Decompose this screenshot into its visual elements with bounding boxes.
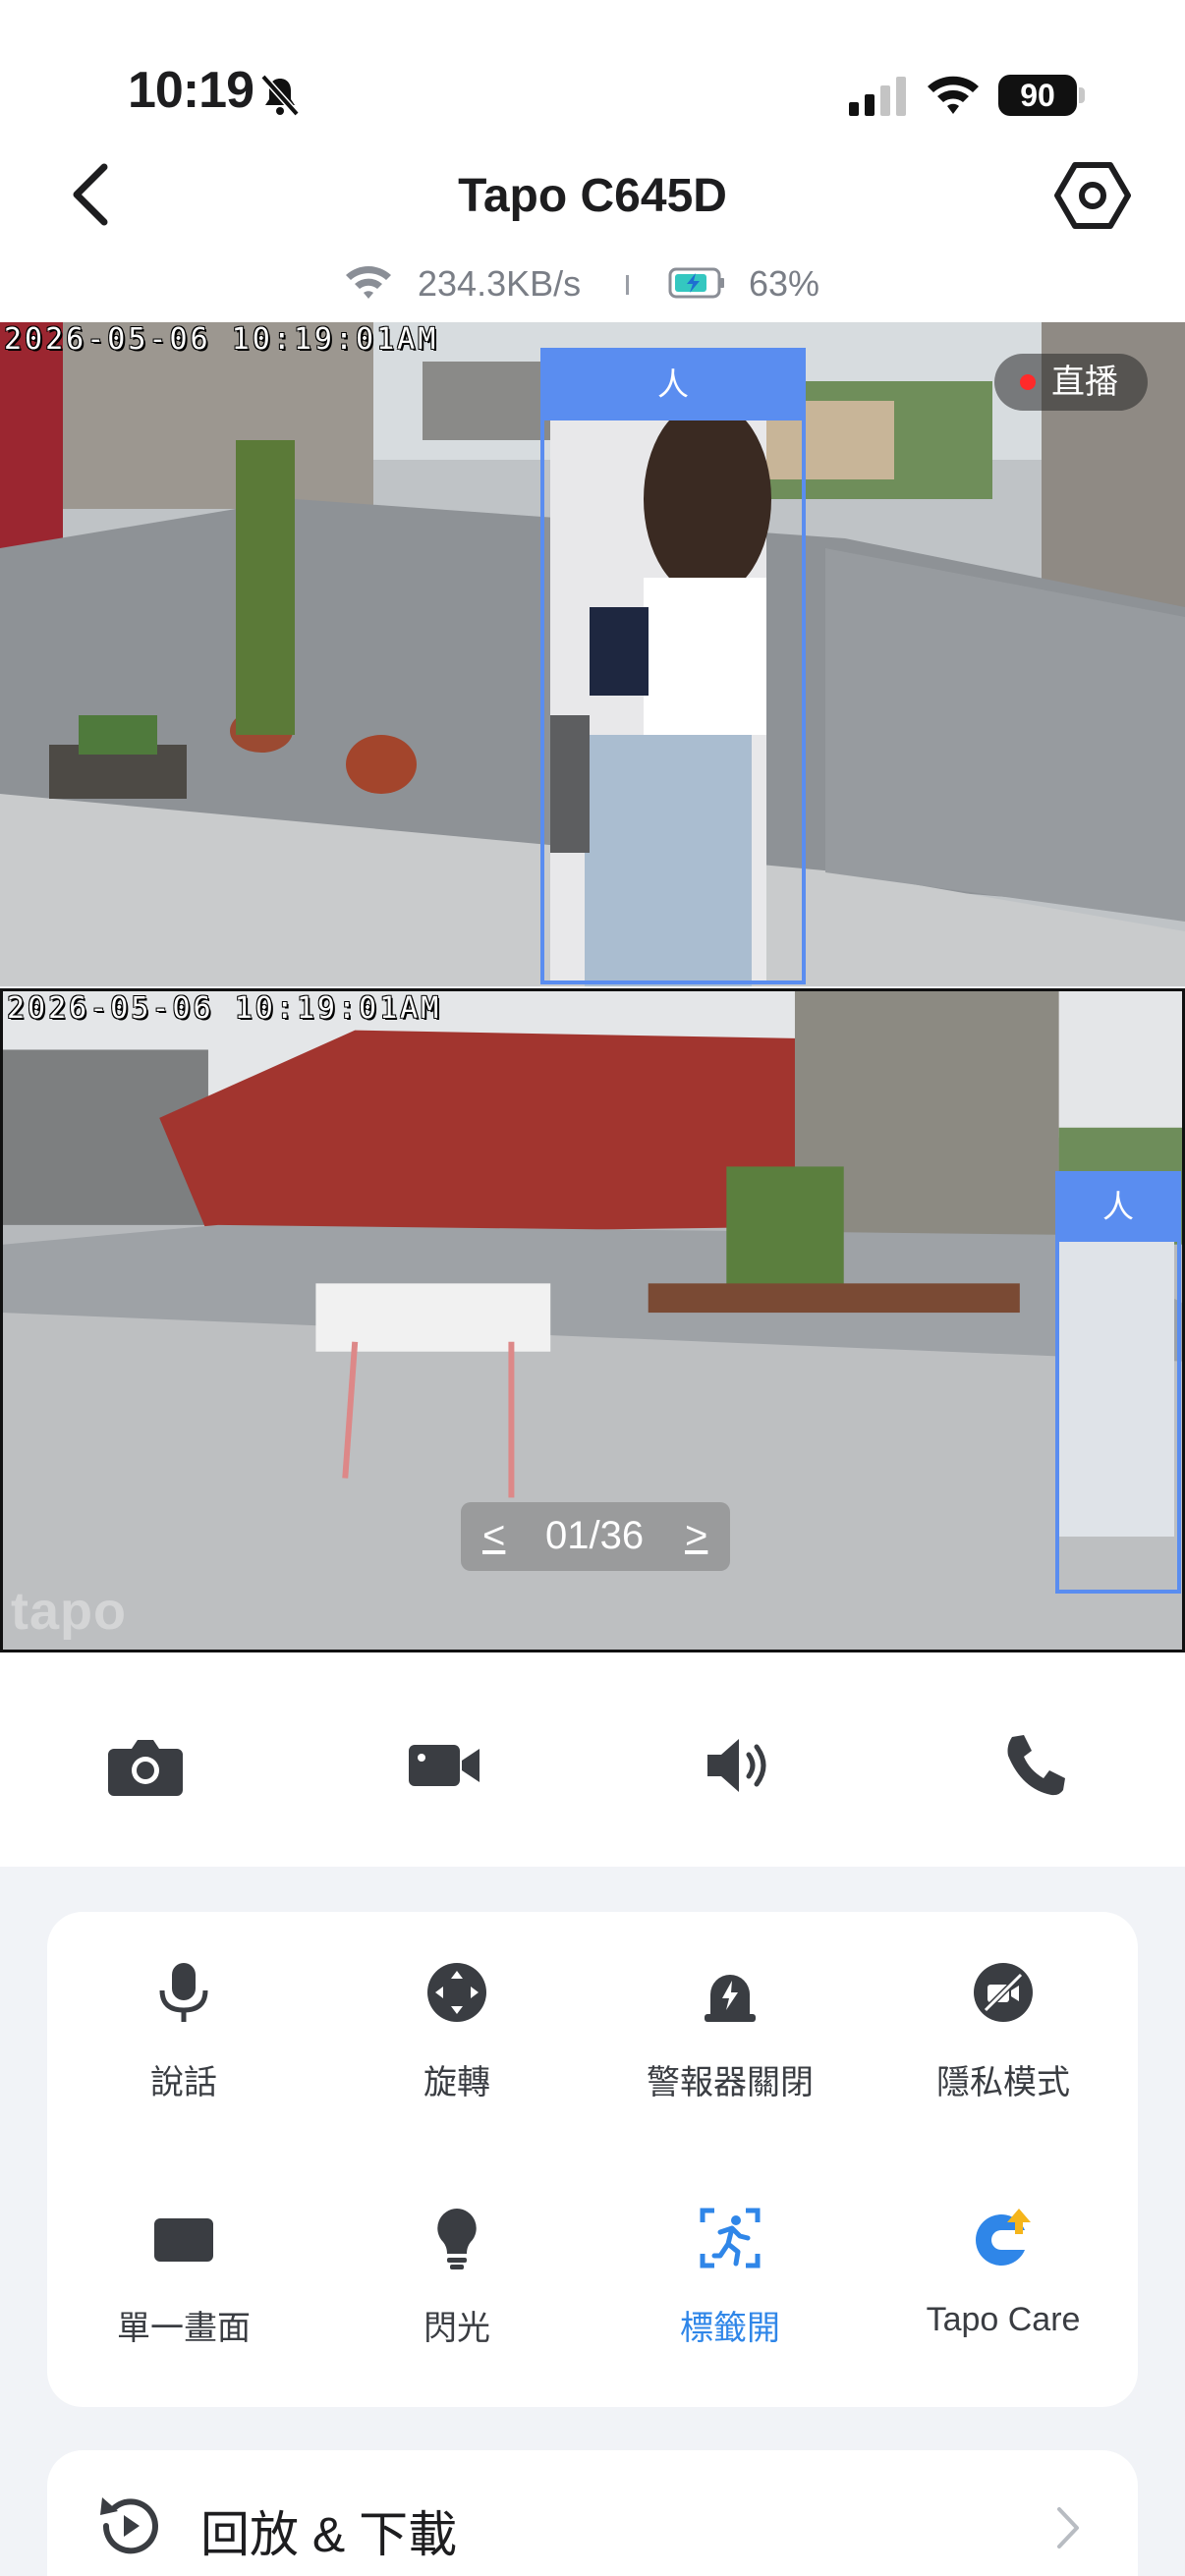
camera-battery-icon [668,267,724,299]
detection-label: 人 [540,348,806,420]
flash-label: 閃光 [423,2310,490,2347]
live-feed-bottom[interactable]: 2026-05-06 10:19:01AM 人 < 01/36 > tapo [0,988,1185,1652]
camera-battery-percent: 63% [749,263,820,304]
tapo-care-button[interactable]: Tapo Care [867,2207,1140,2403]
tag-person-icon [700,2208,761,2268]
pager-prev-button[interactable]: < [482,1514,505,1558]
tapo-care-label: Tapo Care [926,2301,1081,2338]
privacy-mode-button[interactable]: 隱私模式 [867,1961,1140,2157]
phone-icon[interactable] [998,1731,1077,1800]
playback-label: 回放 & 下載 [200,2507,458,2562]
feed-timestamp-bottom: 2026-05-06 10:19:01AM [7,991,442,1026]
live-feed-top[interactable]: 2026-05-06 10:19:01AM 直播 人 [0,322,1185,986]
function-panel: 說話 旋轉 警報器關閉 隱私模式 單一畫面 閃光 標籤開 Tapo Care [47,1912,1138,2407]
settings-icon[interactable] [1053,161,1132,230]
privacy-icon [974,1963,1033,2022]
speaker-icon[interactable] [704,1731,782,1800]
single-view-label: 單一畫面 [117,2310,251,2347]
single-view-button[interactable]: 單一畫面 [47,2207,320,2403]
rotate-label: 旋轉 [423,2064,490,2101]
control-bar [0,1652,1185,1867]
battery-nub [1079,87,1085,103]
chevron-right-icon [1057,2507,1079,2548]
feed-timestamp: 2026-05-06 10:19:01AM [4,322,439,357]
talk-label: 說話 [150,2064,217,2101]
wifi-icon [928,76,979,114]
rotate-button[interactable]: 旋轉 [320,1961,593,2157]
page-title: Tapo C645D [458,170,727,222]
siren-label: 警報器關閉 [647,2064,814,2101]
tapo-watermark: tapo [11,1582,127,1641]
single-view-icon [154,2218,213,2262]
live-indicator-dot [1020,374,1036,390]
playback-download-row[interactable]: 回放 & 下載 [47,2450,1138,2576]
feed-pager: < 01/36 > [461,1502,730,1571]
bell-muted-icon [260,74,300,117]
playback-history-icon [100,2497,158,2554]
battery-level: 90 [998,75,1077,116]
camera-icon[interactable] [108,1731,187,1800]
wifi-strength-icon [346,266,391,299]
live-label: 直播 [1051,364,1118,401]
rotate-icon [427,1963,486,2022]
pager-count: 01/36 [545,1514,645,1557]
person-detection-box: 人 [540,348,806,984]
stream-speed: 234.3KB/s [418,263,582,304]
bulb-icon [437,2209,477,2269]
tag-label: 標籤開 [680,2310,780,2347]
tag-toggle-button[interactable]: 標籤開 [593,2207,867,2403]
status-time: 10:19 [128,62,254,119]
tapo-care-icon [976,2209,1031,2266]
cellular-signal-icon [849,77,906,116]
talk-button[interactable]: 說話 [47,1961,320,2157]
privacy-label: 隱私模式 [936,2064,1070,2101]
microphone-icon [159,1963,208,2022]
person-detection-box-bottom: 人 [1055,1171,1181,1594]
stats-divider [626,275,629,295]
connection-stats: 234.3KB/s 63% [0,257,1185,307]
status-bar: 10:19 90 [0,0,1185,147]
siren-button[interactable]: 警報器關閉 [593,1961,867,2157]
flash-button[interactable]: 閃光 [320,2207,593,2403]
live-badge: 直播 [994,354,1148,411]
siren-icon [705,1975,756,2022]
header: Tapo C645D 234.3KB/s 63% [0,147,1185,324]
pager-next-button[interactable]: > [685,1514,707,1558]
detection-label-bottom: 人 [1055,1171,1181,1242]
video-record-icon[interactable] [405,1731,483,1800]
